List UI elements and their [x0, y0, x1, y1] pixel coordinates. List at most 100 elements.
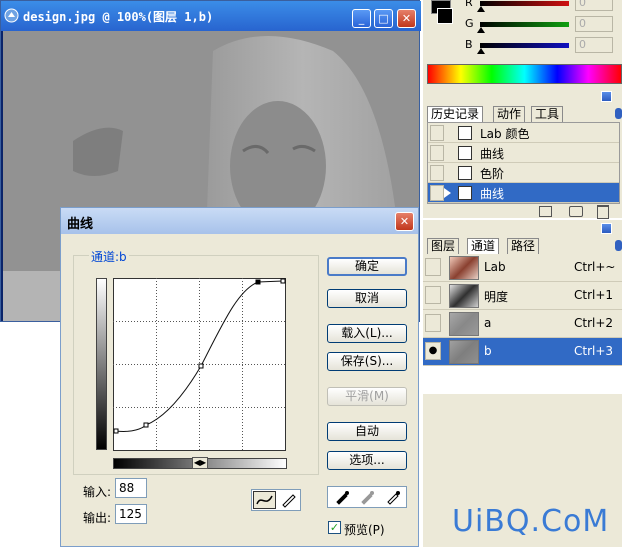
preview-label: 预览(P)	[344, 523, 385, 537]
auto-button[interactable]: 自动	[327, 422, 407, 441]
gray-eyedropper-icon	[361, 491, 374, 505]
output-gradient-bar	[96, 278, 107, 450]
curve-graph[interactable]	[113, 278, 287, 452]
ok-button[interactable]: 确定	[327, 257, 407, 276]
slider-handle-icon[interactable]	[477, 6, 485, 12]
curve-point	[280, 278, 286, 284]
pencil-tool-button[interactable]	[278, 491, 300, 509]
channel-label: 通道:b	[89, 248, 129, 265]
channel-name: 明度	[484, 290, 509, 304]
color-channel-label: G	[465, 17, 474, 30]
history-item[interactable]: 曲线	[428, 143, 619, 163]
options-button[interactable]: 选项...	[327, 451, 407, 470]
background-color-swatch[interactable]	[437, 8, 453, 24]
watermark: UiBQ.CoM	[452, 504, 610, 539]
history-snapshot-checkbox[interactable]	[430, 125, 444, 141]
document-title-bar[interactable]: design.jpg @ 100%(图层 1,b) _ □ ✕	[1, 1, 421, 31]
minimize-icon: _	[358, 12, 365, 25]
cancel-button[interactable]: 取消	[327, 289, 407, 308]
slider-handle-icon[interactable]	[477, 48, 485, 54]
channel-shortcut: Ctrl+1	[574, 288, 614, 302]
channel-thumbnail	[449, 340, 479, 364]
history-item[interactable]: 色阶	[428, 163, 619, 183]
color-value-field[interactable]: 0	[575, 0, 613, 11]
tab-channels[interactable]: 通道	[467, 238, 500, 254]
close-icon: ✕	[399, 215, 410, 228]
visibility-eye-icon[interactable]	[425, 258, 441, 276]
slider-handle-icon[interactable]	[477, 27, 485, 33]
color-slider-track[interactable]	[480, 22, 569, 27]
visibility-eye-icon[interactable]	[425, 314, 441, 332]
color-slider-track[interactable]	[480, 43, 569, 48]
close-button[interactable]: ✕	[397, 9, 416, 28]
channel-row[interactable]: Lab Ctrl+~	[423, 254, 622, 282]
channel-row[interactable]: 明度 Ctrl+1	[423, 282, 622, 310]
panel-minimize-icon[interactable]	[601, 91, 612, 102]
history-item-label: Lab 颜色	[480, 127, 530, 141]
color-panel: R 0 G 0 B 0	[423, 0, 622, 88]
trash-icon[interactable]	[597, 205, 609, 219]
gray-eyedropper-button[interactable]	[356, 489, 378, 505]
input-label: 输入:	[83, 485, 112, 499]
panel-minimize-icon[interactable]	[601, 223, 612, 234]
dialog-close-button[interactable]: ✕	[395, 212, 414, 231]
curve-tool-button[interactable]	[253, 491, 276, 509]
curve-point-selected	[198, 363, 204, 369]
tab-history[interactable]: 历史记录	[427, 106, 484, 122]
panel-menu-icon[interactable]	[615, 108, 622, 119]
maximize-button[interactable]: □	[374, 9, 393, 28]
smooth-button[interactable]: 平滑(M)	[327, 387, 407, 406]
eyedropper-group	[327, 486, 407, 508]
visibility-eye-icon[interactable]: ●	[425, 342, 441, 360]
history-item[interactable]: 曲线	[428, 183, 619, 203]
channel-row[interactable]: a Ctrl+2	[423, 310, 622, 338]
panel-menu-icon[interactable]	[615, 240, 622, 251]
history-step-icon	[458, 126, 472, 140]
black-eyedropper-button[interactable]	[331, 489, 353, 505]
channel-row[interactable]: ● b Ctrl+3	[423, 338, 622, 366]
save-button[interactable]: 保存(S)...	[327, 352, 407, 371]
white-eyedropper-button[interactable]	[382, 489, 404, 505]
curves-title-bar[interactable]: 曲线 ✕	[61, 208, 418, 234]
curve-tool-group	[251, 489, 301, 511]
document-title: design.jpg @ 100%(图层 1,b)	[23, 10, 214, 24]
tab-paths[interactable]: 路径	[507, 238, 540, 254]
visibility-eye-icon[interactable]	[425, 286, 441, 304]
channels-panel-bar[interactable]	[423, 220, 622, 236]
color-value-field[interactable]: 0	[575, 37, 613, 53]
white-eyedropper-icon	[387, 491, 400, 505]
history-snapshot-checkbox[interactable]	[430, 145, 444, 161]
curve-point	[113, 428, 119, 434]
channel-thumbnail	[449, 256, 479, 280]
curves-dialog: 曲线 ✕ 通道:b ◀▶ 输入: 88 输出: 125 确定 取消 载入(L).…	[60, 207, 419, 547]
minimize-button[interactable]: _	[352, 9, 371, 28]
load-button[interactable]: 载入(L)...	[327, 324, 407, 343]
color-slider-track[interactable]	[480, 1, 569, 6]
close-icon: ✕	[401, 12, 412, 25]
history-step-icon	[458, 166, 472, 180]
history-step-icon	[458, 146, 472, 160]
tab-tools[interactable]: 工具	[531, 106, 564, 122]
color-spectrum-bar[interactable]	[427, 64, 622, 84]
photoshop-app-icon	[4, 8, 19, 23]
gradient-swap-icon[interactable]: ◀▶	[192, 457, 208, 469]
history-item[interactable]: Lab 颜色	[428, 123, 619, 143]
new-document-icon[interactable]	[539, 206, 552, 217]
history-item-label: 色阶	[480, 167, 505, 181]
curve-point	[255, 279, 261, 285]
output-field[interactable]: 125	[115, 504, 147, 524]
history-snapshot-checkbox[interactable]	[430, 165, 444, 181]
history-panel: 历史记录 动作 工具 Lab 颜色 曲线 色阶 曲线	[423, 88, 622, 219]
history-tabs: 历史记录 动作 工具	[427, 106, 622, 122]
preview-checkbox[interactable]: ✓	[328, 521, 341, 534]
channel-name: b	[484, 344, 492, 358]
history-snapshot-checkbox[interactable]	[430, 185, 444, 201]
history-panel-bar[interactable]	[423, 88, 622, 104]
snapshot-icon[interactable]	[569, 206, 583, 217]
tab-actions[interactable]: 动作	[493, 106, 526, 122]
color-value-field[interactable]: 0	[575, 16, 613, 32]
history-item-label: 曲线	[480, 187, 505, 201]
tab-layers[interactable]: 图层	[427, 238, 460, 254]
input-field[interactable]: 88	[115, 478, 147, 498]
history-item-label: 曲线	[480, 147, 505, 161]
